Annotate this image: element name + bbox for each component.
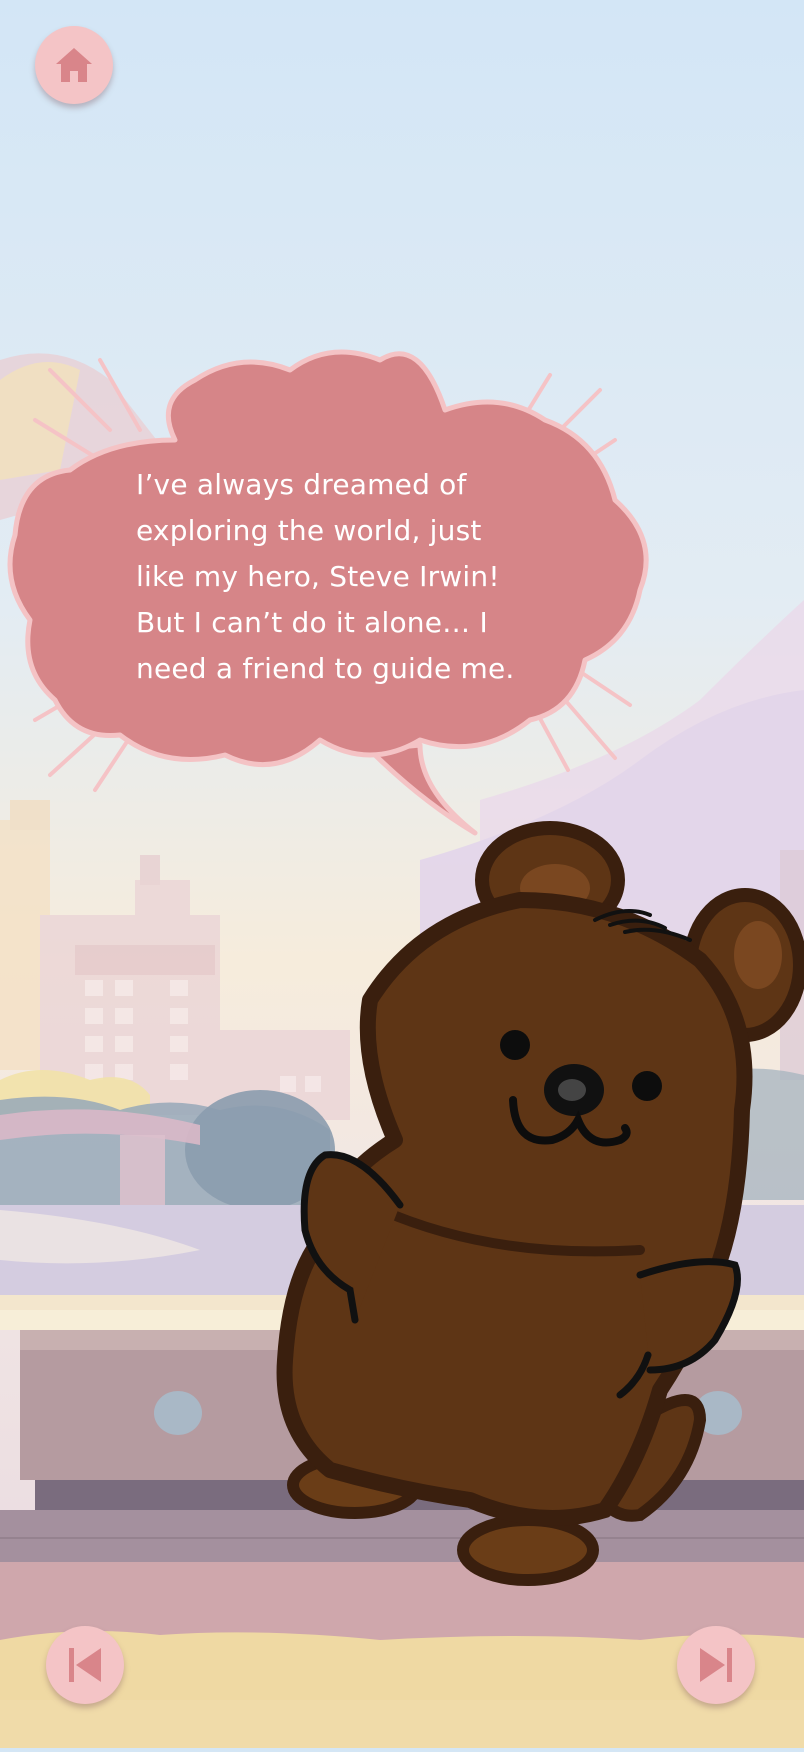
speech-line: exploring the world, just xyxy=(136,514,482,547)
previous-page-button[interactable] xyxy=(46,1626,124,1704)
next-page-button[interactable] xyxy=(677,1626,755,1704)
home-icon xyxy=(56,48,92,82)
background-illustration xyxy=(0,0,804,1748)
speech-bubble-text: I’ve always dreamed of exploring the wor… xyxy=(136,462,566,692)
home-button[interactable] xyxy=(35,26,113,104)
speech-line: like my hero, Steve Irwin! xyxy=(136,560,500,593)
speech-line: I’ve always dreamed of xyxy=(136,468,467,501)
speech-line: But I can’t do it alone… I xyxy=(136,606,488,639)
speech-line: need a friend to guide me. xyxy=(136,652,515,685)
skip-previous-icon xyxy=(69,1648,101,1682)
story-scene: I’ve always dreamed of exploring the wor… xyxy=(0,0,804,1748)
skip-next-icon xyxy=(700,1648,732,1682)
